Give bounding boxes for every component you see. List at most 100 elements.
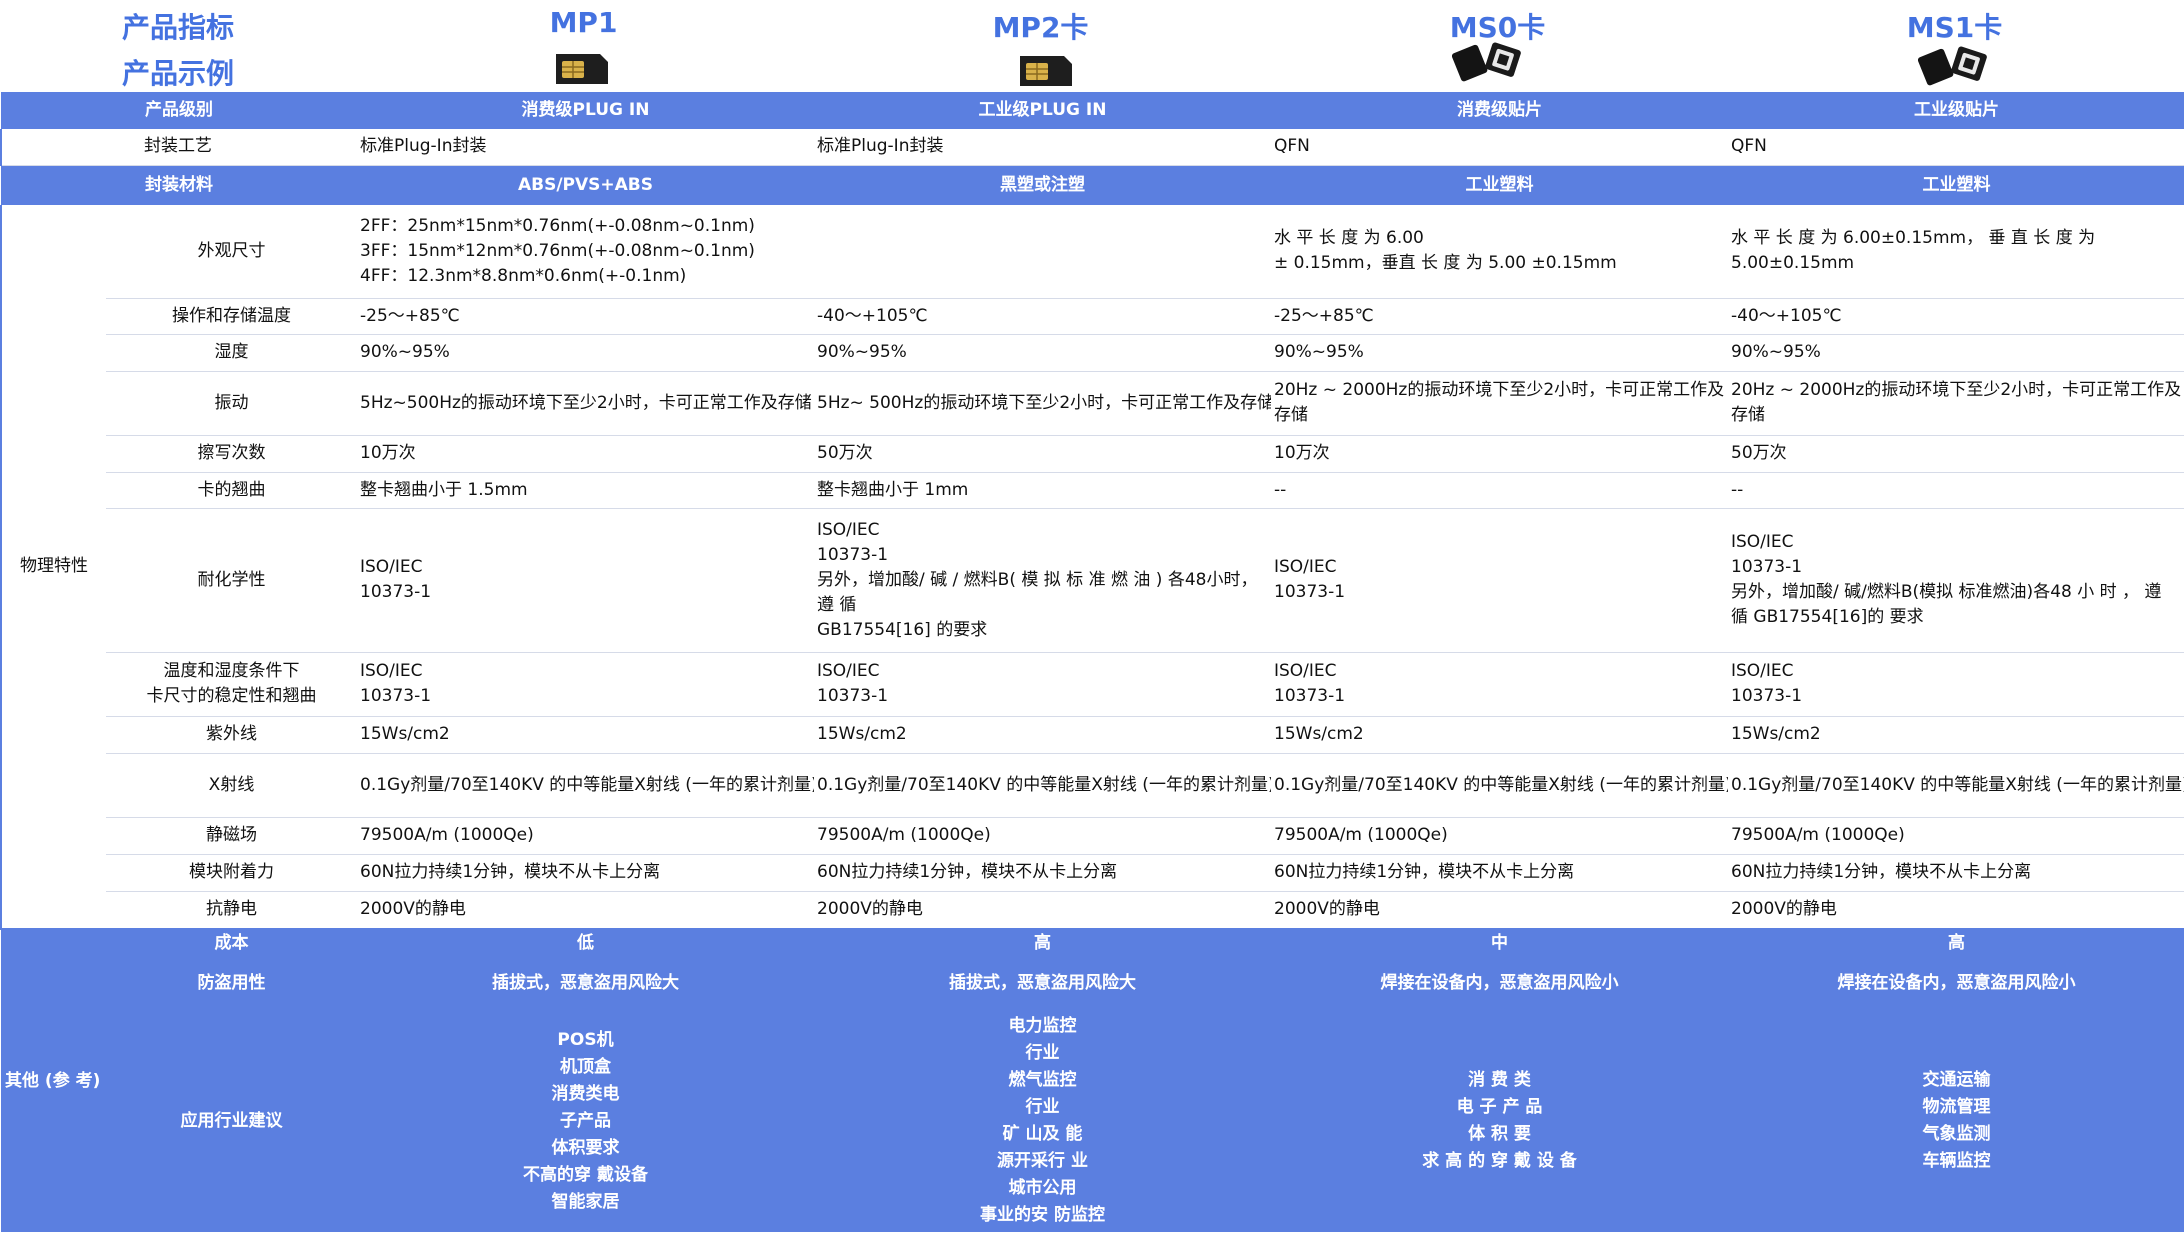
cell-line: 水 平 长 度 为 6.00: [1274, 228, 1424, 249]
cell-line: -40～+105℃: [817, 305, 928, 326]
cell-value: 90%~95%: [1728, 334, 2184, 372]
cell-line: 插拔式，恶意盗用风险大: [492, 973, 679, 993]
table-row: 操作和存储温度 -25～+85℃ -40～+105℃ -25～+85℃ -40～+105…: [1, 298, 2184, 335]
cell-line: 整卡翘曲小于 1.5mm: [360, 479, 528, 500]
cell-line: ISO/IEC: [360, 661, 423, 681]
cell-value: 0.1Gy剂量/70至140KV 的中等能量X射线 (一年的累计剂量): [1271, 753, 1728, 818]
cell-value: 消 费 类电 子 产 品体 积 要求 高 的 穿 戴 设 备: [1271, 1010, 1728, 1232]
table-row: 产品级别 消费级PLUG IN 工业级PLUG IN 消费级贴片 工业级贴片: [1, 92, 2184, 129]
cell-line: 焊接在设备内，恶意盗用风险小: [1837, 973, 2076, 993]
cell-value: 低: [357, 929, 814, 957]
cell-value: 插拔式，恶意盗用风险大: [814, 957, 1271, 1010]
cell-value: 79500A/m (1000Qe): [357, 817, 814, 855]
cell-line: 消 费 类: [1468, 1070, 1531, 1090]
cell-value: 50万次: [814, 435, 1271, 473]
cell-value: 工业级PLUG IN: [814, 92, 1271, 129]
cell-value: 90%~95%: [814, 334, 1271, 372]
cell-line: 低: [577, 933, 594, 953]
cell-line: 0.1Gy剂量/70至140KV 的中等能量X射线 (一年的累计剂量): [1731, 774, 2184, 795]
sim-card-plugin-icon: [556, 54, 608, 84]
cell-value: 90%~95%: [357, 334, 814, 372]
cell-line: 5.00±0.15mm: [1731, 253, 1855, 274]
cell-line: 90%~95%: [1274, 342, 1364, 362]
cell-line: 50万次: [1731, 443, 1787, 463]
cell-value: 60N拉力持续1分钟，模块不从卡上分离: [1271, 854, 1728, 892]
cell-value: 交通运输 物流管理 气象监测 车辆监控: [1728, 1010, 2184, 1232]
cell-line: ISO/IEC: [360, 557, 423, 577]
cell-line: 事业的安 防监控: [980, 1205, 1105, 1225]
cell-value: 10万次: [1271, 435, 1728, 473]
cell-value: POS机 机顶盒 消费类电 子产品 体积要求 不高的穿 戴设备 智能家居: [357, 1010, 814, 1232]
cell-line: 插拔式，恶意盗用风险大: [949, 973, 1136, 993]
table-row: X射线 0.1Gy剂量/70至140KV 的中等能量X射线 (一年的累计剂量) 0.…: [1, 753, 2184, 818]
cell-line: 5Hz~ 500Hz的振动环境下至少2小时，卡可正常工作及存储: [817, 392, 1271, 413]
row-label: 封装工艺: [0, 129, 357, 166]
cell-value: 中: [1271, 929, 1728, 957]
table-row: 防盗用性 插拔式，恶意盗用风险大 插拔式，恶意盗用风险大 焊接在设备内，恶意盗用风险小…: [1, 957, 2184, 1010]
cell-value: 高: [814, 929, 1271, 957]
row-label: 防盗用性: [106, 957, 357, 1010]
table-row: 振动 5Hz~500Hz的振动环境下至少2小时，卡可正常工作及存储 5Hz~ 500…: [1, 371, 2184, 436]
cell-line: 2000V的静电: [360, 899, 466, 920]
cell-line: 另外，增加酸/ 碱 / 燃料B( 模 拟 标 准 燃 油 ) 各48小时，: [817, 569, 1258, 590]
cell-line: 10373-1: [817, 686, 889, 706]
cell-line: 90%~95%: [817, 342, 907, 362]
cell-line: 行业: [1025, 1097, 1060, 1117]
cell-line: 整卡翘曲小于 1mm: [817, 479, 969, 500]
cell-value: 60N拉力持续1分钟，模块不从卡上分离: [814, 854, 1271, 892]
row-label: 抗静电: [106, 891, 357, 930]
cell-line: 电 子 产 品: [1456, 1097, 1543, 1117]
cell-line: 10373-1: [360, 582, 432, 602]
cell-line: 城市公用: [1008, 1178, 1077, 1198]
cell-value: 黑塑或注塑: [814, 165, 1271, 205]
row-label: 湿度: [106, 334, 357, 372]
cell-line: 焊接在设备内，恶意盗用风险小: [1380, 973, 1619, 993]
cell-line: POS机: [557, 1029, 614, 1050]
cell-line: 消费类电: [551, 1083, 620, 1104]
cell-value: 整卡翘曲小于 1mm: [814, 472, 1271, 509]
cell-line: ISO/IEC: [817, 519, 880, 540]
row-label: 操作和存储温度: [106, 298, 357, 335]
cell-line: 79500A/m (1000Qe): [1731, 825, 1905, 845]
cell-line: 50万次: [817, 443, 873, 463]
cell-value: -40～+105℃: [814, 298, 1271, 335]
table-row: 温度和湿度条件下 卡尺寸的稳定性和翘曲 ISO/IEC 10373-1 ISO/IEC 1…: [1, 652, 2184, 717]
cell-value: ISO/IEC 10373-1: [1271, 652, 1728, 717]
cell-value: 2000V的静电: [357, 891, 814, 930]
table-row: 湿度 90%~95% 90%~95% 90%~95% 90%~95%: [1, 334, 2184, 372]
sim-card-plugin-icon: [1020, 56, 1072, 86]
product-example-label: 产品示例: [122, 57, 235, 90]
cell-value: 10万次: [357, 435, 814, 473]
cell-line: 79500A/m (1000Qe): [1274, 825, 1448, 845]
cell-value: 79500A/m (1000Qe): [1728, 817, 2184, 855]
cell-line: 79500A/m (1000Qe): [817, 825, 991, 845]
cell-value: 标准Plug-In封装: [814, 129, 1271, 166]
table-row: 物理特性 外观尺寸 2FF：25nm*15nm*0.76nm(+-0.08nm~0.…: [0, 205, 2184, 930]
cell-line: 79500A/m (1000Qe): [360, 825, 534, 845]
cell-line: 3FF：15nm*12nm*0.76nm(+-0.08nm~0.1nm): [360, 240, 755, 261]
row-label: X射线: [106, 753, 357, 818]
cell-value: 焊接在设备内，恶意盗用风险小: [1271, 957, 1728, 1010]
cell-line: 15Ws/cm2: [1274, 724, 1364, 744]
cell-line: ± 0.15mm，垂直 长 度 为 5.00 ±0.15mm: [1274, 253, 1617, 274]
table-row: 抗静电 2000V的静电 2000V的静电 2000V的静电 2000V的静电: [1, 891, 2184, 930]
cell-line: 水 平 长 度 为 6.00±0.15mm， 垂 直 长 度 为: [1731, 228, 2096, 249]
cell-value: 2FF：25nm*15nm*0.76nm(+-0.08nm~0.1nm) 3FF：…: [357, 205, 814, 299]
cell-line: 10373-1: [1731, 557, 1803, 577]
cell-line: 矿 山及 能: [1002, 1124, 1083, 1144]
cell-line: 体积要求: [551, 1137, 620, 1158]
row-label: 静磁场: [106, 817, 357, 855]
cell-line: 15Ws/cm2: [1731, 724, 1821, 744]
table-row: 耐化学性 ISO/IEC 10373-1 ISO/IEC 10373-1 另外，增加酸/ …: [1, 508, 2184, 653]
cell-line: -25～+85℃: [1274, 305, 1374, 326]
row-label: 封装材料: [1, 165, 357, 205]
cell-line: 2000V的静电: [817, 899, 923, 920]
cell-value: 0.1Gy剂量/70至140KV 的中等能量X射线 (一年的累计剂量): [1728, 753, 2184, 818]
cell-value: 0.1Gy剂量/70至140KV 的中等能量X射线 (一年的累计剂量): [357, 753, 814, 818]
cell-value: 90%~95%: [1271, 334, 1728, 372]
cell-line: 高: [1948, 933, 1965, 953]
cell-value: 60N拉力持续1分钟，模块不从卡上分离: [357, 854, 814, 892]
cell-value: ISO/IEC 10373-1: [357, 652, 814, 717]
cell-value: 79500A/m (1000Qe): [814, 817, 1271, 855]
cell-line: 60N拉力持续1分钟，模块不从卡上分离: [360, 862, 661, 882]
